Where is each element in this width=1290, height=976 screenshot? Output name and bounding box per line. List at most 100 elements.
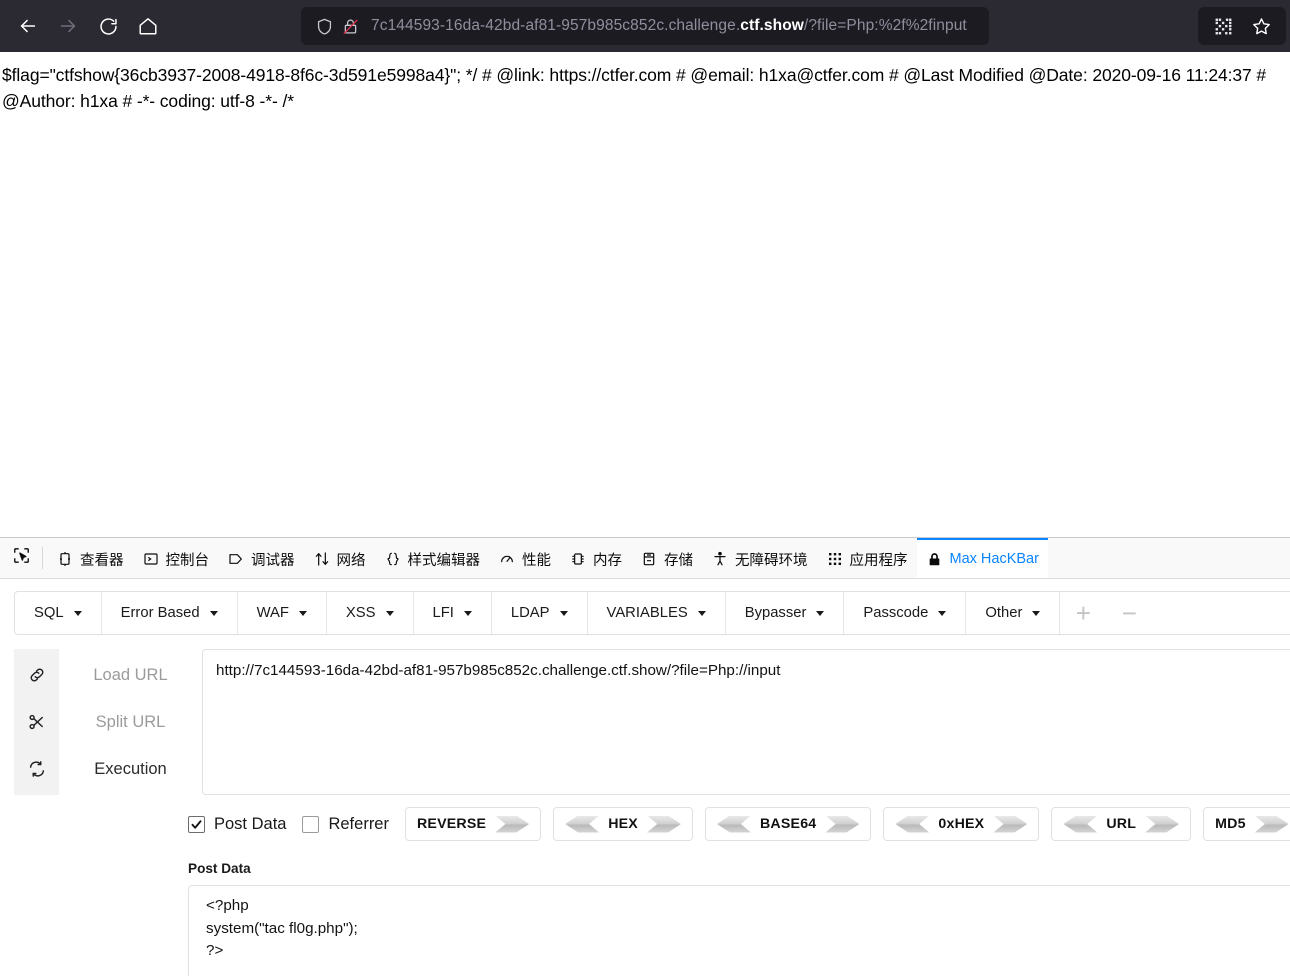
encoder-label: MD5 [1215,816,1246,832]
hackbar-add-button[interactable]: + [1060,592,1106,634]
arrow-left-icon[interactable] [895,815,930,833]
address-bar[interactable]: 7c144593-16da-42bd-af81-957b985c852c.cha… [301,7,989,45]
encoder-button-base64[interactable]: BASE64 [704,807,872,841]
devtools-tab-max-hackbar[interactable]: Max HacKBar [916,538,1048,578]
menu-label: Error Based [120,605,200,621]
hackbar-menubar: SQL Error Based WAF XSS LFI LDAP VARIABL… [14,591,1290,635]
menu-label: VARIABLES [606,605,688,621]
menu-label: Bypasser [744,605,807,621]
encoder-label: BASE64 [759,816,817,832]
referrer-checkbox[interactable]: Referrer [302,815,389,834]
encoder-label: URL [1106,816,1137,832]
menu-label: WAF [256,605,289,621]
hackbar-menu-error-based[interactable]: Error Based [102,592,238,634]
devtools-tab-label: 存储 [664,552,693,569]
hackbar-menu-xss[interactable]: XSS [327,592,414,634]
load-url-button[interactable]: Load URL [93,665,167,685]
devtools-tab-debugger[interactable]: 调试器 [218,538,304,578]
arrow-right-icon[interactable] [1254,815,1289,833]
reload-button[interactable] [88,8,128,44]
memory-icon [569,551,587,567]
qr-code-icon [1214,17,1233,36]
post-data-checkbox-label: Post Data [214,814,287,833]
menu-label: Passcode [863,605,929,621]
toolbar-divider [42,547,43,569]
hackbar-menu-waf[interactable]: WAF [238,592,327,634]
arrow-right-icon[interactable] [825,815,860,833]
encoder-button-reverse[interactable]: REVERSE [404,807,542,841]
devtools-tab-application[interactable]: 应用程序 [817,538,917,578]
performance-icon [498,551,516,567]
bookmark-button[interactable] [1242,9,1280,43]
hackbar-panel: SQL Error Based WAF XSS LFI LDAP VARIABL… [0,579,1290,976]
scissors-icon[interactable] [28,712,46,732]
encoder-button-md5[interactable]: MD5 [1203,807,1290,841]
arrow-right-icon[interactable] [1145,815,1180,833]
menu-label: LDAP [510,605,550,621]
hackbar-url-input[interactable]: http://7c144593-16da-42bd-af81-957b985c8… [202,649,1290,795]
checkbox-box [302,815,320,833]
execution-button[interactable]: Execution [94,759,166,779]
chevron-down-icon [385,610,394,616]
page-viewport: $flag="ctfshow{36cb3937-2008-4918-8f6c-3… [0,52,1290,537]
hackbar-remove-button[interactable]: − [1106,592,1152,634]
encoder-label: 0xHEX [938,816,985,832]
accessibility-icon [711,551,729,567]
hackbar-menu-passcode[interactable]: Passcode [844,592,967,634]
back-button[interactable] [8,8,48,44]
devtools-tab-console[interactable]: 控制台 [133,538,219,578]
debugger-icon [227,551,245,567]
devtools-tab-label: 网络 [336,552,366,569]
devtools-panel: 查看器 控制台 调试器 网络 样式编辑器 性能 内存 存储 无障碍环境 应用程序… [0,537,1290,976]
arrow-right-icon[interactable] [993,815,1028,833]
shield-icon[interactable] [311,17,337,36]
forward-button[interactable] [48,8,88,44]
post-data-checkbox[interactable]: Post Data [188,815,286,834]
hackbar-postdata-section: Post Data <?php system("tac fl0g.php"); … [188,861,1290,976]
encoder-label: REVERSE [416,816,487,832]
devtools-tab-style-editor[interactable]: 样式编辑器 [375,538,490,578]
encoder-button-hex[interactable]: HEX [553,807,693,841]
hackbar-action-labels: Load URL Split URL Execution [59,649,202,795]
chevron-down-icon [463,610,472,616]
devtools-tab-inspector[interactable]: 查看器 [47,538,133,578]
encoder-button-url[interactable]: URL [1051,807,1192,841]
broken-lock-icon[interactable] [337,17,363,36]
devtools-tab-network[interactable]: 网络 [304,538,375,578]
hackbar-menu-lfi[interactable]: LFI [414,592,492,634]
hackbar-url-row: Load URL Split URL Execution http://7c14… [14,649,1290,795]
chevron-down-icon [1032,610,1041,616]
refresh-icon[interactable] [28,759,46,779]
devtools-tab-storage[interactable]: 存储 [631,538,702,578]
storage-icon [640,551,658,567]
devtools-tab-accessibility[interactable]: 无障碍环境 [702,538,817,578]
devtools-tab-performance[interactable]: 性能 [489,538,560,578]
menu-label: LFI [432,605,454,621]
devtools-tab-label: Max HacKBar [949,551,1039,567]
devtools-tab-memory[interactable]: 内存 [560,538,631,578]
chevron-down-icon [209,610,218,616]
element-picker-button[interactable] [4,538,38,578]
arrow-right-icon[interactable] [495,815,530,833]
devtools-tab-label: 查看器 [80,552,124,569]
hackbar-menu-variables[interactable]: VARIABLES [588,592,726,634]
arrow-left-icon[interactable] [565,815,600,833]
devtools-tab-label: 调试器 [251,552,295,569]
hackbar-menu-bypasser[interactable]: Bypasser [726,592,845,634]
hackbar-menu-sql[interactable]: SQL [15,592,102,634]
arrow-right-icon[interactable] [646,815,681,833]
encoder-button-0xhex[interactable]: 0xHEX [883,807,1040,841]
split-url-button[interactable]: Split URL [96,712,166,732]
post-data-input[interactable]: <?php system("tac fl0g.php"); ?> [188,885,1290,976]
home-button[interactable] [128,8,168,44]
url-text: 7c144593-16da-42bd-af81-957b985c852c.cha… [371,17,967,34]
application-icon [826,551,844,567]
arrow-left-icon[interactable] [716,815,751,833]
arrow-left-icon[interactable] [1063,815,1098,833]
hackbar-action-icons [14,649,59,795]
home-icon [137,15,159,37]
hackbar-menu-ldap[interactable]: LDAP [492,592,588,634]
link-icon[interactable] [28,665,46,685]
qr-code-button[interactable] [1204,9,1242,43]
hackbar-menu-other[interactable]: Other [966,592,1061,634]
